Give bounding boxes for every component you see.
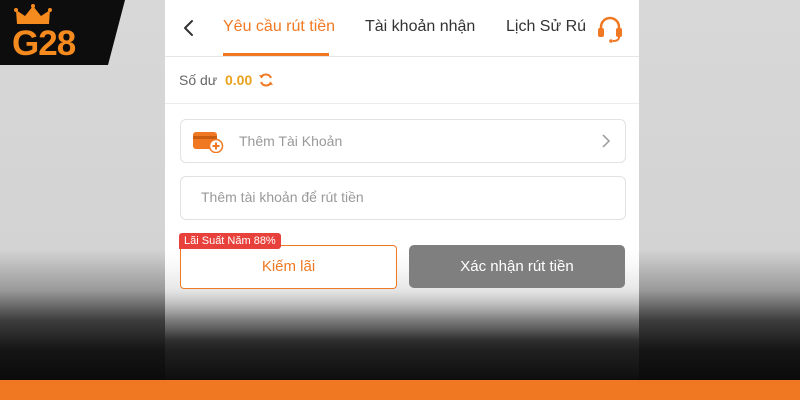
refresh-icon[interactable]	[258, 72, 274, 88]
interest-rate-badge: Lãi Suất Năm 88%	[179, 233, 281, 249]
add-account-label: Thêm Tài Khoản	[239, 133, 343, 149]
tab-history[interactable]: Lịch Sử Rú	[506, 18, 586, 36]
header-tabs: Yêu cầu rút tiền Tài khoản nhận Lịch Sử …	[165, 0, 639, 57]
balance-value: 0.00	[225, 72, 253, 88]
withdraw-account-input[interactable]	[181, 177, 621, 217]
brand-logo: G28	[0, 0, 125, 65]
earn-interest-button[interactable]: Kiếm lãi	[180, 245, 397, 289]
active-tab-indicator	[223, 53, 329, 56]
withdraw-panel: Yêu cầu rút tiền Tài khoản nhận Lịch Sử …	[165, 0, 639, 380]
balance-label: Số dư	[179, 72, 218, 88]
balance-row: Số dư 0.00	[165, 57, 639, 104]
add-account-row[interactable]: Thêm Tài Khoản	[180, 119, 626, 163]
confirm-withdraw-button[interactable]: Xác nhận rút tiền	[409, 245, 625, 288]
chevron-left-icon[interactable]	[179, 16, 199, 40]
chevron-right-icon	[602, 134, 611, 148]
tab-withdraw-request[interactable]: Yêu cầu rút tiền	[223, 18, 335, 36]
logo-text: G28	[12, 24, 76, 63]
crown-icon	[14, 4, 52, 24]
tab-receiving-account[interactable]: Tài khoản nhận	[365, 18, 475, 36]
bottom-accent-bar	[0, 380, 800, 400]
withdraw-account-field	[180, 176, 626, 220]
card-add-icon	[193, 132, 224, 153]
headset-icon[interactable]	[595, 15, 625, 43]
